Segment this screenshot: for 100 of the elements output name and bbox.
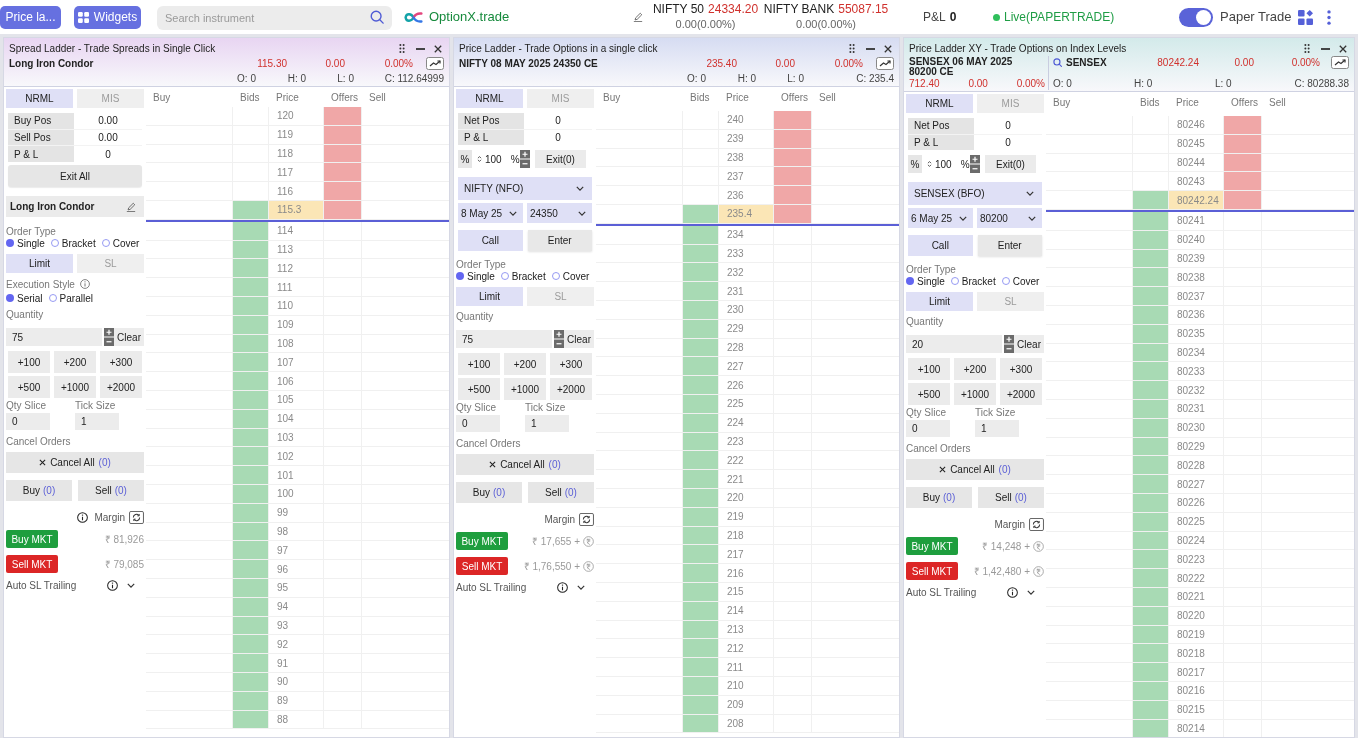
clear-button[interactable]: Clear xyxy=(564,330,594,349)
strike-dropdown[interactable]: 24350 xyxy=(527,203,592,224)
quantity-preset-button[interactable]: +200 xyxy=(54,351,96,374)
radio-option[interactable]: Bracket xyxy=(50,235,96,251)
sell-market-button[interactable]: Sell MKT xyxy=(6,555,58,574)
refresh-icon[interactable] xyxy=(129,510,144,524)
widgets-button[interactable]: Widgets xyxy=(74,5,141,29)
quantity-preset-button[interactable]: +500 xyxy=(908,383,950,406)
quantity-preset-button[interactable]: +2000 xyxy=(100,376,142,399)
sell-market-button[interactable]: Sell MKT xyxy=(456,557,508,576)
expiry-dropdown[interactable]: 6 May 25 xyxy=(908,208,973,229)
order-count-button[interactable]: Buy (0) xyxy=(456,482,522,504)
quantity-preset-button[interactable]: +500 xyxy=(8,376,50,399)
quantity-input[interactable]: 75 xyxy=(6,328,103,347)
chevron-down-icon[interactable] xyxy=(1027,589,1035,595)
updown-arrows-icon[interactable] xyxy=(927,160,932,169)
radio-icon[interactable] xyxy=(551,272,560,281)
quantity-preset-button[interactable]: +300 xyxy=(550,353,592,376)
quantity-preset-button[interactable]: +300 xyxy=(1000,358,1042,381)
radio-option[interactable]: Cover xyxy=(1001,273,1040,289)
chevron-down-icon[interactable] xyxy=(127,582,135,588)
order-count-button[interactable]: Buy (0) xyxy=(906,487,972,509)
plus-minus-stepper-icon[interactable] xyxy=(1004,335,1015,354)
quantity-preset-button[interactable]: +100 xyxy=(908,358,950,381)
quantity-preset-button[interactable]: +100 xyxy=(8,351,50,374)
radio-option[interactable]: Cover xyxy=(551,268,590,284)
close-icon[interactable] xyxy=(1339,44,1347,53)
expiry-dropdown[interactable]: 8 May 25 xyxy=(458,203,523,224)
radio-option[interactable]: Cover xyxy=(101,235,140,251)
order-price-tab[interactable]: Limit xyxy=(456,287,523,307)
number-input[interactable]: 0 xyxy=(6,413,50,431)
quantity-preset-button[interactable]: +500 xyxy=(458,378,500,401)
enter-button[interactable]: Enter xyxy=(527,230,592,252)
order-count-button[interactable]: Buy (0) xyxy=(6,480,72,502)
call-button[interactable]: Call xyxy=(908,235,973,257)
instrument-dropdown[interactable]: SENSEX (BFO) xyxy=(908,182,1042,206)
number-input[interactable]: 0 xyxy=(906,420,950,438)
order-price-tab[interactable]: Limit xyxy=(6,254,73,274)
cancel-all-button[interactable]: Cancel All (0) xyxy=(456,454,594,476)
chart-button-icon[interactable] xyxy=(876,56,894,70)
radio-icon[interactable] xyxy=(101,239,110,248)
pencil-icon[interactable] xyxy=(126,201,136,212)
enter-button[interactable]: Enter xyxy=(977,235,1042,257)
info-icon[interactable] xyxy=(1007,586,1018,598)
chart-button-icon[interactable] xyxy=(426,56,444,70)
radio-option[interactable]: Parallel xyxy=(48,290,93,306)
call-button[interactable]: Call xyxy=(458,230,523,252)
plus-minus-stepper-icon[interactable] xyxy=(520,150,530,169)
radio-option[interactable]: Bracket xyxy=(500,268,546,284)
quantity-preset-button[interactable]: +1000 xyxy=(54,376,96,399)
quantity-preset-button[interactable]: +100 xyxy=(458,353,500,376)
radio-icon[interactable] xyxy=(6,294,14,303)
radio-option[interactable]: Bracket xyxy=(950,273,996,289)
quantity-preset-button[interactable]: +2000 xyxy=(1000,383,1042,406)
close-icon[interactable] xyxy=(434,44,442,53)
cancel-all-button[interactable]: Cancel All (0) xyxy=(6,452,144,474)
radio-icon[interactable] xyxy=(500,272,509,281)
plus-minus-stepper-icon[interactable] xyxy=(104,328,115,347)
number-input[interactable]: 1 xyxy=(975,420,1019,438)
quantity-preset-button[interactable]: +200 xyxy=(504,353,546,376)
exit-button[interactable]: Exit(0) xyxy=(535,150,586,169)
radio-icon[interactable] xyxy=(456,272,464,281)
drag-handle-icon[interactable] xyxy=(399,44,405,53)
paper-trade-toggle[interactable] xyxy=(1179,7,1213,27)
strike-dropdown[interactable]: 80200 xyxy=(977,208,1042,229)
quantity-preset-button[interactable]: +1000 xyxy=(954,383,996,406)
widgets-grid-icon[interactable] xyxy=(1298,9,1313,25)
product-tab[interactable]: NRML xyxy=(906,94,973,113)
price-ladder-button[interactable]: Price la... xyxy=(0,5,61,29)
minimize-icon[interactable] xyxy=(866,47,875,50)
exit-button[interactable]: Exit(0) xyxy=(985,155,1036,174)
updown-arrows-icon[interactable] xyxy=(477,155,482,164)
product-tab[interactable]: NRML xyxy=(6,89,73,108)
radio-icon[interactable] xyxy=(1001,277,1010,286)
instrument-dropdown[interactable]: NIFTY (NFO) xyxy=(458,177,592,201)
refresh-icon[interactable] xyxy=(579,512,594,526)
clear-button[interactable]: Clear xyxy=(114,328,144,347)
quantity-preset-button[interactable]: +1000 xyxy=(504,378,546,401)
product-tab[interactable]: NRML xyxy=(456,89,523,108)
quantity-input[interactable]: 75 xyxy=(456,330,553,349)
close-icon[interactable] xyxy=(884,44,892,53)
order-count-button[interactable]: Sell (0) xyxy=(78,480,144,502)
plus-minus-stepper-icon[interactable] xyxy=(554,330,565,349)
number-input[interactable]: 1 xyxy=(75,413,119,431)
cancel-all-button[interactable]: Cancel All (0) xyxy=(906,459,1044,481)
drag-handle-icon[interactable] xyxy=(849,44,855,53)
quantity-preset-button[interactable]: +2000 xyxy=(550,378,592,401)
number-input[interactable]: 0 xyxy=(456,415,500,433)
clear-button[interactable]: Clear xyxy=(1014,335,1044,354)
number-input[interactable]: 1 xyxy=(525,415,569,433)
more-options-icon[interactable] xyxy=(1327,9,1331,25)
drag-handle-icon[interactable] xyxy=(1304,44,1310,53)
refresh-icon[interactable] xyxy=(1029,517,1044,531)
order-count-button[interactable]: Sell (0) xyxy=(978,487,1044,509)
plus-minus-stepper-icon[interactable] xyxy=(970,155,980,174)
pencil-icon[interactable] xyxy=(633,12,643,22)
minimize-icon[interactable] xyxy=(416,47,425,50)
radio-icon[interactable] xyxy=(50,239,59,248)
radio-option[interactable]: Serial xyxy=(6,290,43,306)
exit-all-button[interactable]: Exit All xyxy=(8,165,142,188)
